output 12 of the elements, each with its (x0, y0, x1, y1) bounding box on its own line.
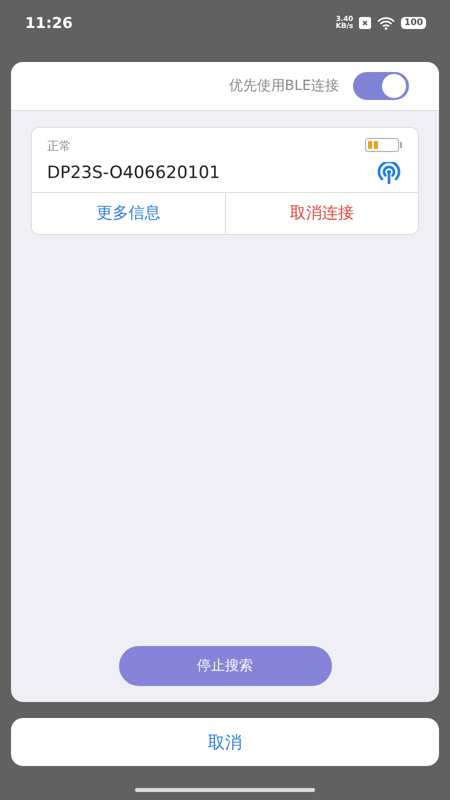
cancel-button[interactable]: 取消 (11, 718, 439, 766)
wifi-icon (377, 16, 396, 30)
battery-indicator: 100 (401, 17, 426, 29)
ble-toggle[interactable] (353, 72, 409, 100)
sim-off-icon (359, 17, 372, 29)
device-name: DP23S-O406620101 (47, 163, 220, 183)
clock: 11:26 (25, 14, 73, 32)
stop-search-button[interactable]: 停止搜索 (118, 646, 332, 686)
signal-icon (376, 162, 402, 184)
ble-preference-label: 优先使用BLE连接 (228, 77, 339, 95)
disconnect-button[interactable]: 取消连接 (224, 193, 418, 234)
device-status: 正常 (47, 138, 72, 155)
